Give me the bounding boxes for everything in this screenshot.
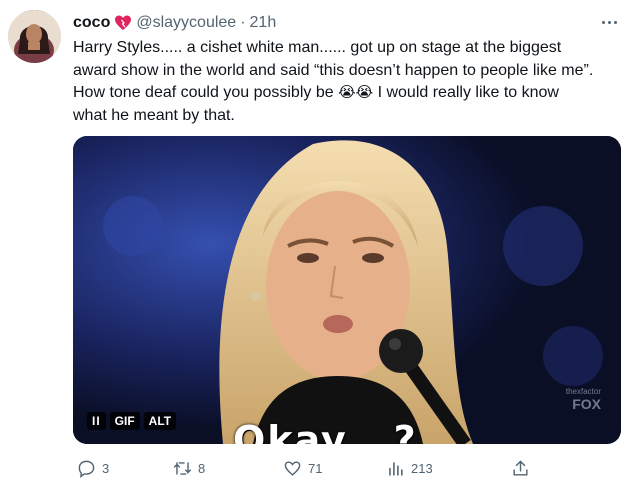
like-count: 71 [308, 460, 323, 476]
display-name[interactable]: coco [73, 14, 110, 32]
heart-emoji-icon [114, 14, 132, 32]
separator-dot: · [240, 14, 246, 31]
retweet-count: 8 [198, 460, 206, 476]
alt-text-button[interactable]: ALT [143, 412, 177, 430]
tweet-actions: 3 8 71 213 [73, 456, 621, 480]
tv-watermark: thexfactor FOX [565, 387, 601, 412]
views-button[interactable]: 213 [386, 456, 433, 480]
tweet-header: coco @slayycoulee · 21h [73, 12, 276, 34]
user-handle[interactable]: @slayycoulee [136, 14, 236, 32]
share-icon [513, 460, 528, 476]
retweet-button[interactable]: 8 [173, 456, 205, 480]
gif-frame-image [73, 136, 621, 444]
pause-button[interactable]: II [87, 412, 106, 430]
tweet-text-line-2: award show in the world and said “this d… [73, 61, 594, 79]
more-options-icon[interactable] [598, 12, 620, 32]
tweet-text-line-3b: I would really like to know [373, 84, 559, 101]
gif-badge: GIF [109, 412, 140, 430]
reply-button[interactable]: 3 [77, 456, 109, 480]
reply-icon [78, 460, 95, 478]
avatar[interactable] [8, 10, 61, 63]
retweet-icon [173, 461, 192, 475]
reply-count: 3 [102, 460, 110, 476]
tweet-text-line-4: what he meant by that. [73, 106, 235, 124]
tweet-text-line-3a: How tone deaf could you possibly be [73, 84, 339, 101]
gif-caption: Okay...? [233, 418, 418, 444]
media-badges: II GIF ALT [87, 412, 177, 430]
crying-emoji-icon: 😭😭 [338, 84, 374, 101]
share-button[interactable] [511, 456, 530, 480]
gif-media[interactable]: thexfactor FOX Okay...? II GIF ALT [73, 136, 621, 444]
tweet-card[interactable]: coco @slayycoulee · 21h Harry Styles....… [0, 0, 634, 493]
timestamp[interactable]: 21h [250, 14, 277, 32]
like-icon [284, 460, 301, 476]
tweet-text-line-1: Harry Styles..... a cishet white man....… [73, 39, 562, 56]
views-icon [389, 461, 403, 476]
like-button[interactable]: 71 [283, 456, 322, 480]
views-count: 213 [411, 460, 433, 476]
tweet-text: Harry Styles..... a cishet white man....… [73, 37, 627, 127]
